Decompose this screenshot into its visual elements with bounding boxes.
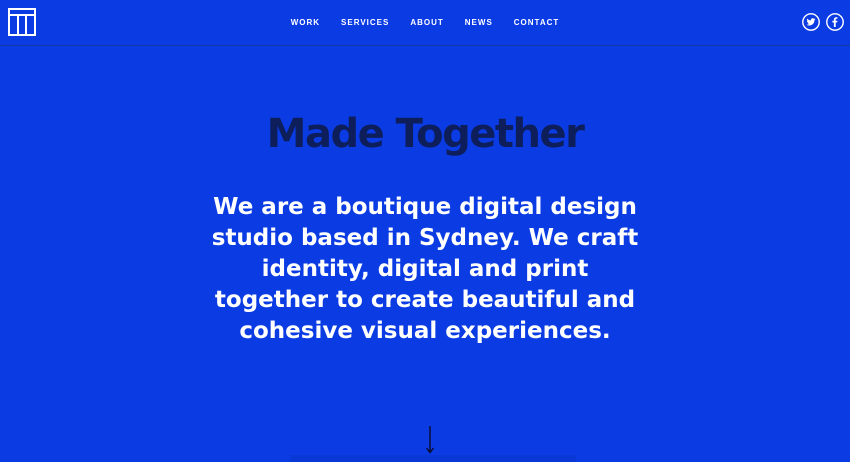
logo-svg [8,8,36,36]
nav-item-news[interactable]: NEWS [465,0,493,46]
main-nav: WORK SERVICES ABOUT NEWS CONTACT [0,0,850,46]
social-links [802,13,844,31]
facebook-icon[interactable] [826,13,844,31]
twitter-svg [802,13,820,31]
nav-item-about[interactable]: ABOUT [410,0,443,46]
nav-item-work[interactable]: WORK [291,0,320,46]
arrow-down-icon[interactable] [425,425,435,455]
hero-headline: Made Together [266,111,585,157]
hero-intro-text: We are a boutique digital design studio … [211,194,639,344]
nav-item-contact[interactable]: CONTACT [514,0,560,46]
site-header: WORK SERVICES ABOUT NEWS CONTACT [0,0,850,46]
arrow-down-svg [425,426,435,454]
twitter-icon[interactable] [802,13,820,31]
content-edge [290,455,576,462]
facebook-svg [826,13,844,31]
nav-item-services[interactable]: SERVICES [341,0,389,46]
t-monogram-logo-icon[interactable] [8,8,36,36]
